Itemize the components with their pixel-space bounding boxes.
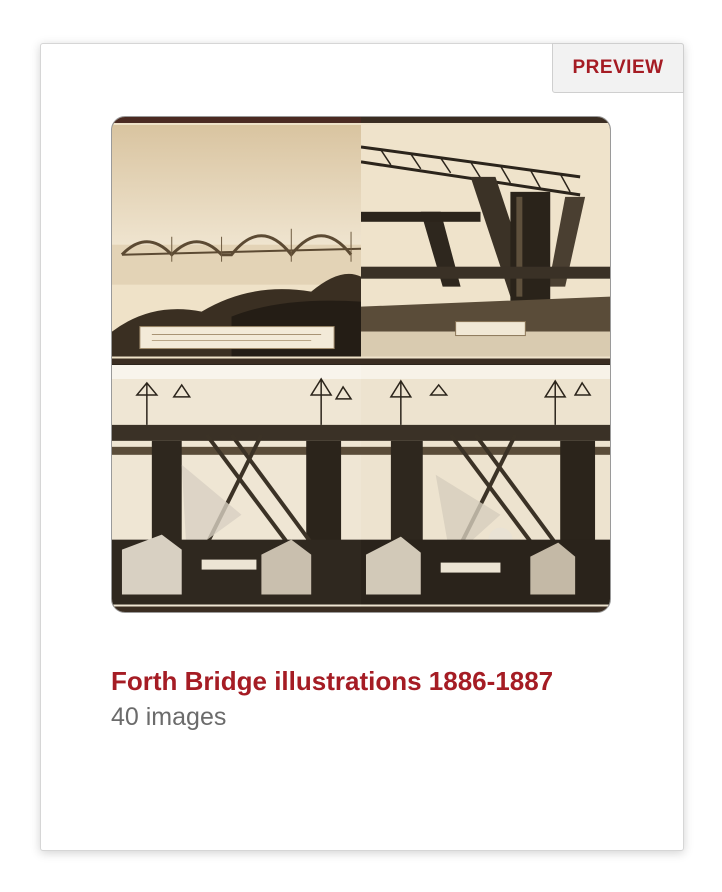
- cantilever-tower-construction-photo: [361, 117, 610, 365]
- collection-card[interactable]: PREVIEW Forth Bridge illustrations 1886-…: [40, 43, 684, 851]
- bridge-construction-scaffolding-photo-1: [112, 364, 361, 612]
- preview-button[interactable]: PREVIEW: [552, 43, 684, 93]
- thumbnail-grid[interactable]: [111, 116, 611, 613]
- bridge-panorama-photo: [112, 117, 361, 365]
- collection-title-link[interactable]: Forth Bridge illustrations 1886-1887: [111, 664, 553, 698]
- image-count: 40 images: [111, 703, 227, 731]
- bridge-construction-scaffolding-photo-2: [361, 364, 610, 612]
